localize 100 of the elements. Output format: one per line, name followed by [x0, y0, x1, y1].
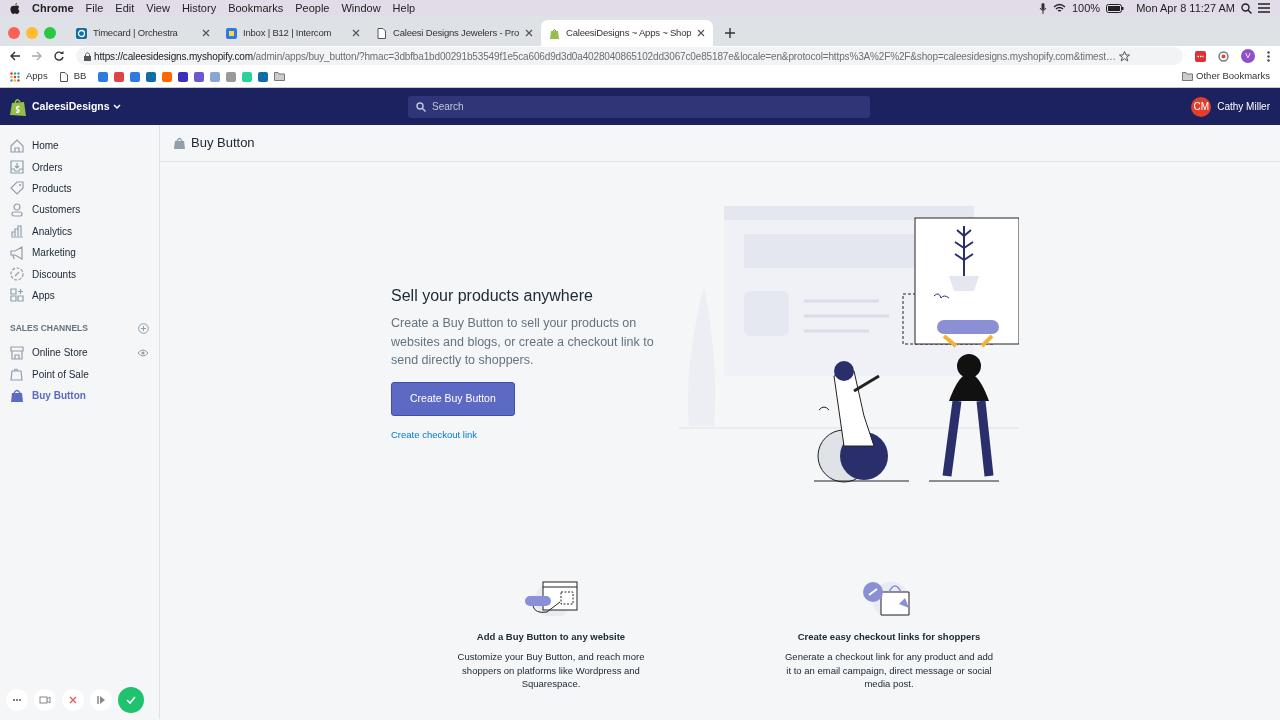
person-icon — [10, 202, 24, 217]
site-icon[interactable] — [130, 71, 141, 82]
extension-icon[interactable] — [1218, 50, 1229, 62]
browser-window-icon — [523, 580, 579, 616]
battery-icon[interactable] — [1106, 3, 1125, 13]
menu-item[interactable]: History — [181, 0, 217, 17]
menu-item[interactable]: Chrome — [32, 0, 74, 17]
site-icon[interactable] — [146, 71, 157, 82]
feature-description: Generate a checkout link for any product and add it to an email campaign, direct message or social media post. — [784, 650, 994, 691]
checkout-link[interactable]: Create checkout link — [391, 427, 478, 442]
menu-item[interactable]: Bookmarks — [228, 0, 284, 17]
document-icon — [59, 71, 68, 82]
forward-icon[interactable] — [32, 51, 42, 61]
sidebar-item[interactable]: Apps — [0, 284, 159, 307]
document-icon — [376, 27, 387, 39]
add-icon[interactable] — [138, 322, 149, 334]
search-field[interactable]: Search — [408, 95, 870, 118]
ring-icon — [76, 27, 87, 39]
reload-icon[interactable] — [54, 51, 64, 61]
check-icon — [125, 694, 137, 706]
browser-tab[interactable]: Caleesi Designs Jewelers - Pro — [368, 20, 541, 46]
folder-icon — [1182, 72, 1194, 81]
menu-item[interactable]: Edit — [115, 0, 135, 17]
square-icon — [226, 27, 237, 39]
eye-icon[interactable] — [137, 348, 149, 357]
store-icon — [10, 345, 24, 360]
more-icon[interactable] — [1267, 50, 1270, 62]
menu-item[interactable]: Window — [341, 0, 381, 17]
close-icon[interactable] — [697, 29, 706, 37]
apple-icon[interactable] — [10, 2, 20, 14]
close-icon — [67, 694, 79, 706]
close-window-button[interactable] — [8, 27, 20, 39]
menu-item[interactable]: People — [295, 0, 330, 17]
sidebar-item[interactable]: Products — [0, 177, 159, 200]
bookmark-link[interactable]: Apps — [26, 69, 48, 84]
new-tab-icon[interactable] — [725, 28, 736, 38]
bookmark-link[interactable]: BB — [73, 69, 87, 84]
cancel-button[interactable] — [62, 689, 84, 711]
extension-icon[interactable] — [1195, 50, 1206, 62]
sidebar-item[interactable]: Buy Button — [0, 384, 159, 407]
video-camera-icon — [39, 694, 51, 706]
sidebar-item[interactable]: Orders — [0, 156, 159, 178]
play-icon — [95, 694, 107, 706]
star-icon[interactable] — [1118, 50, 1130, 62]
megaphone-icon — [10, 245, 24, 260]
close-icon[interactable] — [525, 29, 533, 37]
home-icon — [10, 138, 24, 153]
browser-tab[interactable]: Timecard | Orchestra — [68, 20, 218, 46]
menu-item[interactable]: File — [85, 0, 104, 17]
list-icon[interactable] — [1258, 3, 1270, 13]
tag-icon — [10, 181, 24, 196]
bookmark-link[interactable]: Other Bookmarks — [1196, 69, 1270, 84]
browser-tab[interactable]: Inbox | B12 | Intercom — [218, 20, 368, 46]
bag-icon — [10, 388, 24, 403]
section-title: SALES CHANNELS — [10, 321, 89, 335]
bag-icon — [174, 137, 185, 149]
sidebar-item[interactable]: Discounts — [0, 263, 159, 285]
sidebar-item[interactable]: Online Store — [0, 342, 159, 364]
hero-title: Sell your products anywhere — [391, 286, 593, 306]
store-menu[interactable]: CaleesiDesigns — [32, 98, 121, 115]
sidebar-item[interactable]: Point of Sale — [0, 363, 159, 385]
close-icon[interactable] — [352, 29, 360, 37]
site-icon[interactable] — [258, 71, 269, 82]
site-icon[interactable] — [194, 71, 205, 82]
folder-icon[interactable] — [274, 72, 286, 81]
sidebar-item[interactable]: Customers — [0, 199, 159, 221]
hero-description: Create a Buy Button to sell your products on websites and blogs, or create a checkout link to send directly to shoppers. — [391, 315, 655, 369]
lock-icon — [84, 51, 91, 61]
back-icon[interactable] — [10, 51, 20, 61]
sidebar-item[interactable]: Marketing — [0, 241, 159, 264]
wifi-icon[interactable] — [1053, 3, 1066, 13]
user-avatar[interactable]: CM — [1191, 96, 1212, 117]
microphone-icon[interactable] — [1039, 2, 1047, 14]
create-buy-button[interactable]: Create Buy Button — [391, 381, 515, 416]
inbox-icon — [10, 160, 24, 175]
caret-icon — [112, 103, 121, 110]
apps-grid-icon[interactable] — [10, 71, 20, 82]
site-icon[interactable] — [98, 71, 109, 82]
site-icon[interactable] — [114, 71, 125, 82]
address-bar[interactable]: https://caleesidesigns.myshopify.com/admin/apps/buy_button/?hmac=3dbfba1bd00291b53549f1e5ca606d9d3d0a4028040865102dd3067c0e85187e&locale=en&protocol=https%3A%2F%2F&shop=caleesidesigns.myshopify.com&timest… — [76, 47, 1183, 65]
site-icon[interactable] — [178, 71, 189, 82]
browser-tab[interactable]: CaleesiDesigns ~ Apps ~ Shop — [541, 20, 714, 46]
sidebar-item[interactable]: Analytics — [0, 220, 159, 242]
page-title: Buy Button — [191, 134, 255, 153]
close-icon[interactable] — [202, 29, 210, 37]
menu-item[interactable]: View — [146, 0, 170, 17]
battery-percentage: 100% — [1072, 0, 1101, 16]
bar-chart-icon — [10, 224, 24, 239]
sidebar-item[interactable]: Home — [0, 135, 159, 157]
profile-avatar[interactable]: V — [1241, 49, 1255, 63]
play-button[interactable] — [90, 689, 112, 711]
menubar-clock[interactable]: Mon Apr 8 11:27 AM — [1136, 0, 1235, 17]
feature-title: Add a Buy Button to any website — [476, 630, 626, 644]
more-button[interactable] — [6, 689, 28, 711]
user-name[interactable]: Cathy Miller — [1217, 99, 1270, 114]
shopping-bag-icon[interactable] — [10, 97, 26, 116]
bag-icon — [10, 367, 24, 382]
menu-item[interactable]: Help — [392, 0, 416, 17]
feature-description: Customize your Buy Button, and reach more shoppers on platforms like Wordpress and Squarespace. — [456, 650, 646, 691]
search-icon[interactable] — [1241, 2, 1252, 14]
